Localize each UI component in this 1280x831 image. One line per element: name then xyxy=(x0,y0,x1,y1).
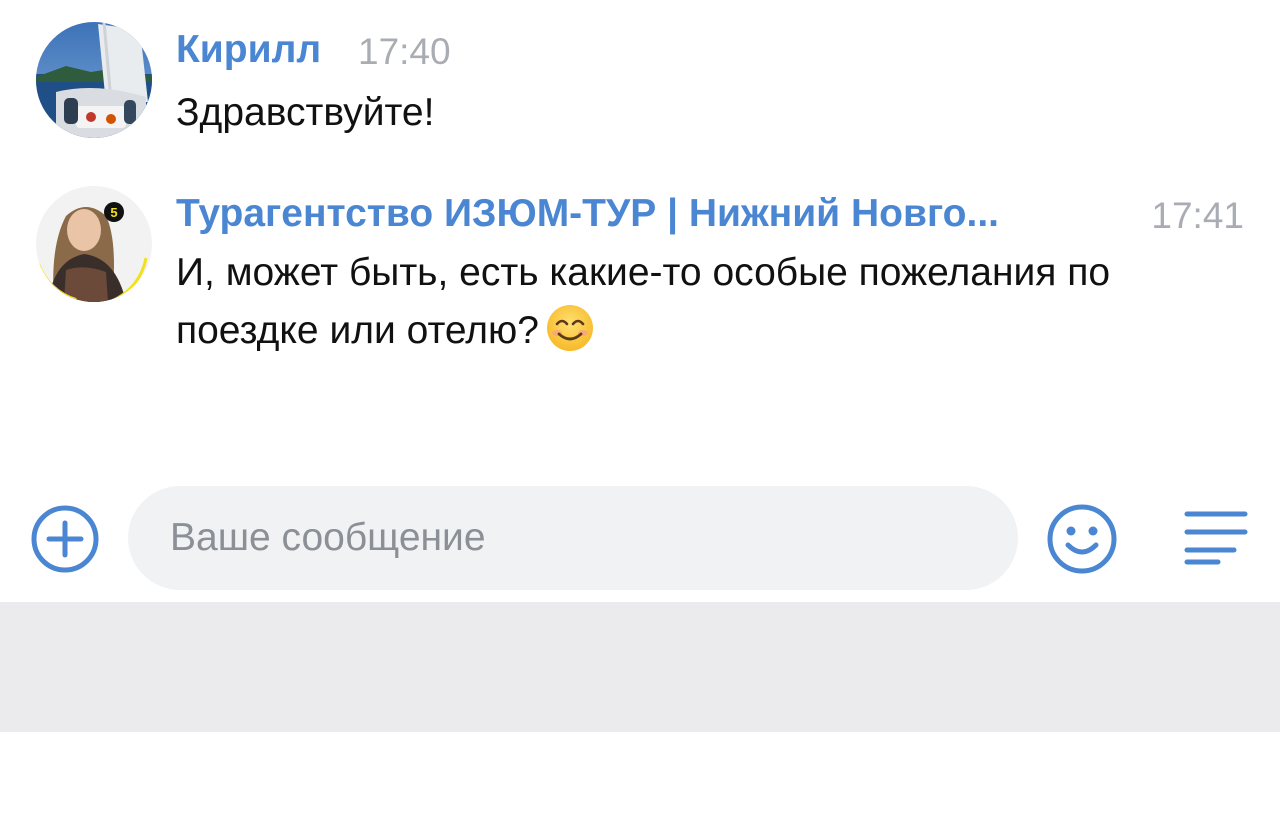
emoji-picker-icon[interactable] xyxy=(1046,503,1118,575)
chat-screen: Кирилл 17:40 Здравствуйте! 5 Турагентств… xyxy=(0,0,1280,831)
sailboat-photo-icon xyxy=(36,22,152,138)
message-item: 5 Турагентство ИЗЮМ-ТУР | Нижний Новго..… xyxy=(0,186,1280,376)
message-time: 17:41 xyxy=(1151,195,1244,236)
message-composer xyxy=(0,486,1280,590)
add-attachment-icon[interactable] xyxy=(30,504,100,574)
avatar[interactable]: 5 xyxy=(36,186,152,302)
message-text: И, может быть, есть какие-то особые поже… xyxy=(176,244,1236,360)
message-text-content: И, может быть, есть какие-то особые поже… xyxy=(176,251,1111,352)
menu-lines-icon[interactable] xyxy=(1184,510,1248,566)
bottom-panel xyxy=(0,602,1280,732)
message-text: Здравствуйте! xyxy=(176,91,435,134)
message-input[interactable] xyxy=(128,486,1018,590)
agency-agent-photo-icon: 5 xyxy=(36,186,152,302)
message-author[interactable]: Турагентство ИЗЮМ-ТУР | Нижний Новго... xyxy=(176,190,999,238)
message-author[interactable]: Кирилл xyxy=(176,26,321,74)
message-time: 17:40 xyxy=(358,31,451,72)
svg-text:5: 5 xyxy=(110,205,117,220)
message-item: Кирилл 17:40 Здравствуйте! xyxy=(0,22,1280,152)
avatar[interactable] xyxy=(36,22,152,138)
smiling-face-icon xyxy=(546,305,593,351)
